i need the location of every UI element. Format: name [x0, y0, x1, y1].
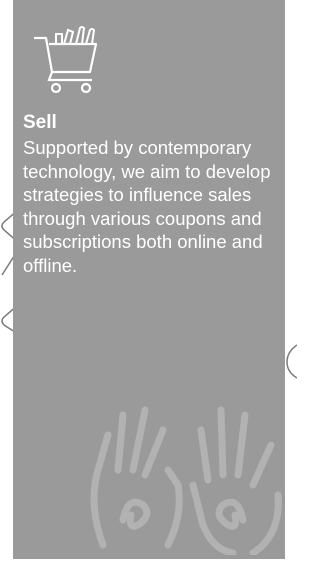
hands-icon [83, 375, 283, 557]
right-carousel-edge[interactable] [285, 300, 298, 390]
card-title: Sell [23, 112, 57, 133]
shopping-cart-icon [32, 20, 102, 100]
card-description: Supported by contemporary technology, we… [23, 137, 271, 276]
sell-card: Sell Supported by contemporary technolog… [13, 0, 285, 559]
